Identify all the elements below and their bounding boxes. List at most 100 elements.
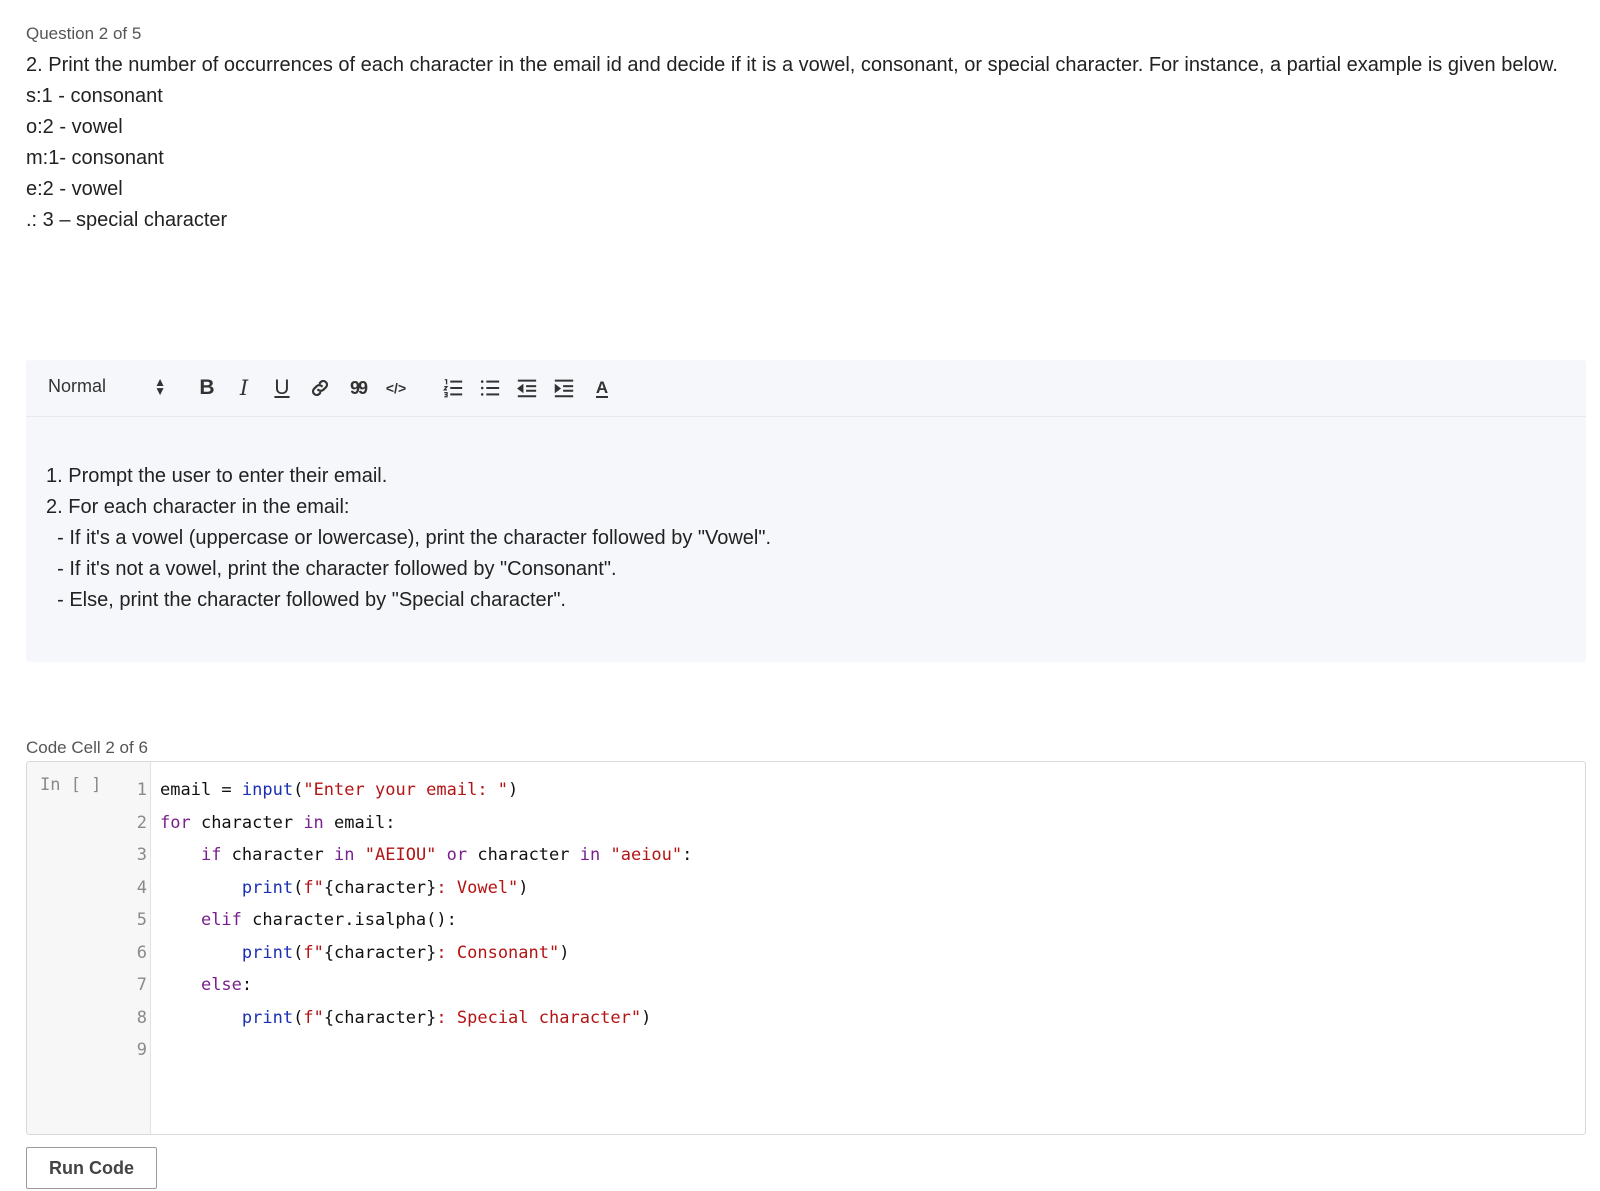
- underline-icon: U: [274, 376, 290, 399]
- line-number: 5: [136, 910, 147, 930]
- code-cell-label: Code Cell 2 of 6: [26, 738, 148, 757]
- code-token: character: [221, 845, 335, 865]
- indent-button[interactable]: [550, 374, 578, 402]
- question-prompt: 2. Print the number of occurrences of ea…: [26, 54, 1558, 76]
- text-format-select[interactable]: Normal ▲ ▼: [48, 376, 166, 400]
- code-token: (: [293, 877, 304, 898]
- line-number: 8: [136, 1007, 147, 1028]
- code-line: elif character.isalpha():: [160, 904, 692, 937]
- code-token: print: [241, 942, 294, 963]
- question-example-line: s:1 - consonant: [26, 85, 163, 107]
- link-button[interactable]: [306, 374, 334, 402]
- code-token: character: [467, 845, 580, 865]
- outdent-button[interactable]: [513, 374, 541, 402]
- editor-line: - If it's not a vowel, print the charact…: [46, 558, 617, 580]
- code-token: else: [200, 975, 242, 995]
- question-header: Question 2 of 5: [26, 24, 142, 43]
- code-button[interactable]: </>: [382, 374, 410, 402]
- code-token: character: [190, 812, 304, 833]
- code-token: :: [241, 975, 253, 995]
- ordered-list-icon: [442, 379, 463, 398]
- line-numbers: 1 2 3 4 5 6 7 8 9: [123, 774, 147, 1067]
- line-number: 2: [136, 812, 147, 833]
- run-code-button[interactable]: Run Code: [26, 1147, 157, 1189]
- bullet-list-button[interactable]: [476, 374, 504, 402]
- blockquote-button[interactable]: 99: [344, 374, 372, 402]
- question-example-line: .: 3 – special character: [26, 209, 228, 231]
- code-token: "aeiou": [610, 845, 683, 865]
- code-token: input: [241, 780, 294, 800]
- line-number: 7: [136, 975, 147, 995]
- question-example-line: e:2 - vowel: [26, 178, 123, 200]
- code-token: print: [241, 877, 294, 898]
- code-token: ): [559, 942, 570, 963]
- editor-content[interactable]: 1. Prompt the user to enter their email.…: [46, 461, 771, 616]
- code-line: print(f"{character}: Special character"): [160, 1002, 692, 1035]
- editor-line: 2. For each character in the email:: [46, 496, 350, 518]
- code-token: f": [303, 1007, 324, 1028]
- code-token: f": [303, 877, 324, 898]
- code-line: if character in "AEIOU" or character in …: [160, 839, 692, 872]
- code-token: in: [334, 845, 355, 865]
- italic-button[interactable]: I: [230, 374, 258, 402]
- line-number: 3: [136, 845, 147, 865]
- italic-icon: I: [239, 376, 249, 400]
- code-token: for: [160, 812, 191, 833]
- line-number: 9: [136, 1040, 147, 1060]
- line-number: 4: [136, 877, 147, 898]
- bold-button[interactable]: B: [193, 374, 221, 402]
- link-icon: [311, 379, 329, 397]
- bullet-list-icon: [480, 380, 500, 396]
- code-editor[interactable]: email = input("Enter your email: ") for c…: [160, 774, 692, 1067]
- code-token: email:: [323, 812, 396, 833]
- editor-line: - Else, print the character followed by …: [46, 589, 566, 611]
- text-color-button[interactable]: A: [588, 374, 616, 402]
- code-token: (: [293, 1007, 304, 1028]
- code-token: "AEIOU": [364, 845, 437, 865]
- code-token: ): [508, 780, 519, 800]
- rich-text-editor[interactable]: Normal ▲ ▼ B I U 99 </> A 1. Prompt the …: [26, 360, 1586, 662]
- question-example-line: o:2 - vowel: [26, 116, 123, 138]
- quote-icon: 99: [349, 377, 368, 398]
- ordered-list-button[interactable]: [439, 374, 467, 402]
- text-format-select-value: Normal: [48, 376, 107, 396]
- editor-toolbar: Normal ▲ ▼ B I U 99 </> A: [26, 360, 1586, 417]
- code-line: print(f"{character}: Vowel"): [160, 872, 692, 905]
- code-token: (: [293, 942, 304, 963]
- code-token: ): [518, 877, 529, 898]
- code-token: elif: [200, 910, 242, 930]
- code-token: f": [303, 942, 324, 963]
- code-token: {character}: [323, 942, 437, 963]
- line-number: 6: [136, 942, 147, 963]
- code-token: in: [579, 845, 601, 865]
- editor-line: 1. Prompt the user to enter their email.: [46, 465, 388, 487]
- editor-line: - If it's a vowel (uppercase or lowercas…: [46, 527, 771, 549]
- code-cell[interactable]: In [ ] 1 2 3 4 5 6 7 8 9 email = input("Enter yo…: [26, 761, 1586, 1135]
- select-caret-icon: ▲ ▼: [154, 375, 166, 398]
- underline-button[interactable]: U: [268, 374, 296, 402]
- code-token: print: [241, 1007, 294, 1028]
- code-line: email = input("Enter your email: "): [160, 774, 692, 807]
- line-number: 1: [136, 780, 147, 800]
- question-example-line: m:1- consonant: [26, 147, 164, 169]
- execution-prompt: In [ ]: [40, 775, 102, 795]
- bold-icon: B: [199, 376, 215, 399]
- code-line: for character in email:: [160, 807, 692, 840]
- code-token: {character}: [323, 1007, 437, 1028]
- code-token: {character}: [323, 877, 437, 898]
- code-token: : Consonant": [436, 942, 560, 963]
- code-token: email =: [160, 780, 242, 800]
- code-token: or: [446, 845, 468, 865]
- code-token: character.isalpha():: [241, 910, 457, 930]
- code-token: in: [303, 812, 324, 833]
